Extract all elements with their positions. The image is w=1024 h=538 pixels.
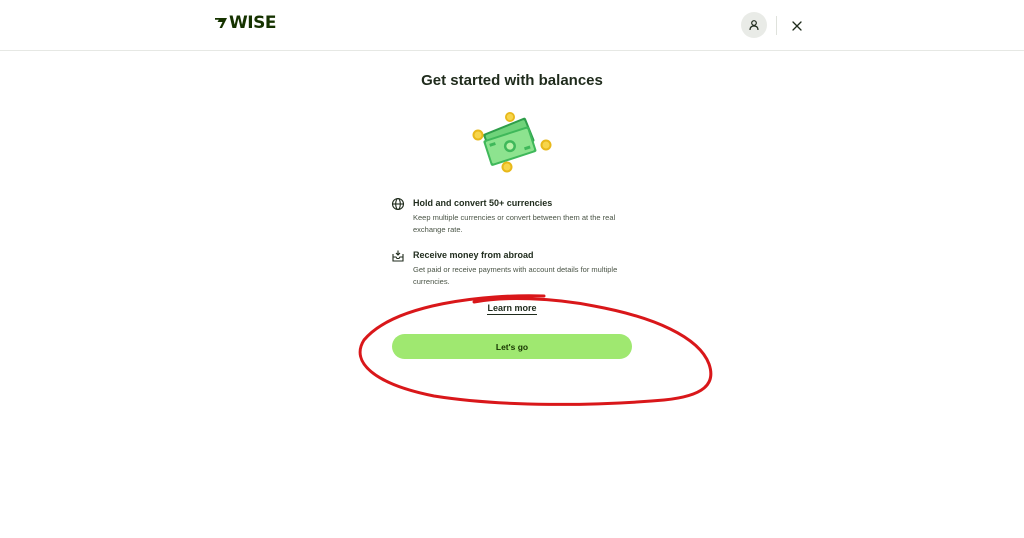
close-button[interactable] — [788, 17, 806, 35]
feature-title: Receive money from abroad — [413, 250, 534, 260]
coin — [540, 139, 552, 151]
inbox-receive-icon — [392, 250, 404, 262]
learn-more-link[interactable]: Learn more — [487, 303, 537, 315]
top-bar: WISE — [0, 0, 1024, 51]
feature-description: Keep multiple currencies or convert betw… — [413, 213, 616, 234]
feature-title: Hold and convert 50+ currencies — [413, 198, 553, 208]
lets-go-button[interactable]: Let's go — [392, 334, 632, 359]
page-title: Get started with balances — [421, 72, 603, 89]
wise-flag-icon — [215, 18, 227, 28]
feature-description: Get paid or receive payments with accoun… — [413, 265, 618, 286]
coin — [505, 112, 515, 122]
money-notes-and-coins-illustration — [472, 112, 552, 173]
user-icon — [749, 20, 759, 31]
profile-button[interactable] — [741, 12, 767, 38]
learn-more-container: Learn more — [462, 302, 562, 315]
logo-text: WISE — [229, 13, 276, 33]
coin — [472, 129, 484, 141]
header-divider — [776, 16, 777, 35]
close-icon — [792, 21, 802, 31]
coin — [501, 161, 513, 173]
wise-logo[interactable]: WISE — [214, 13, 276, 33]
globe-icon — [391, 197, 405, 211]
